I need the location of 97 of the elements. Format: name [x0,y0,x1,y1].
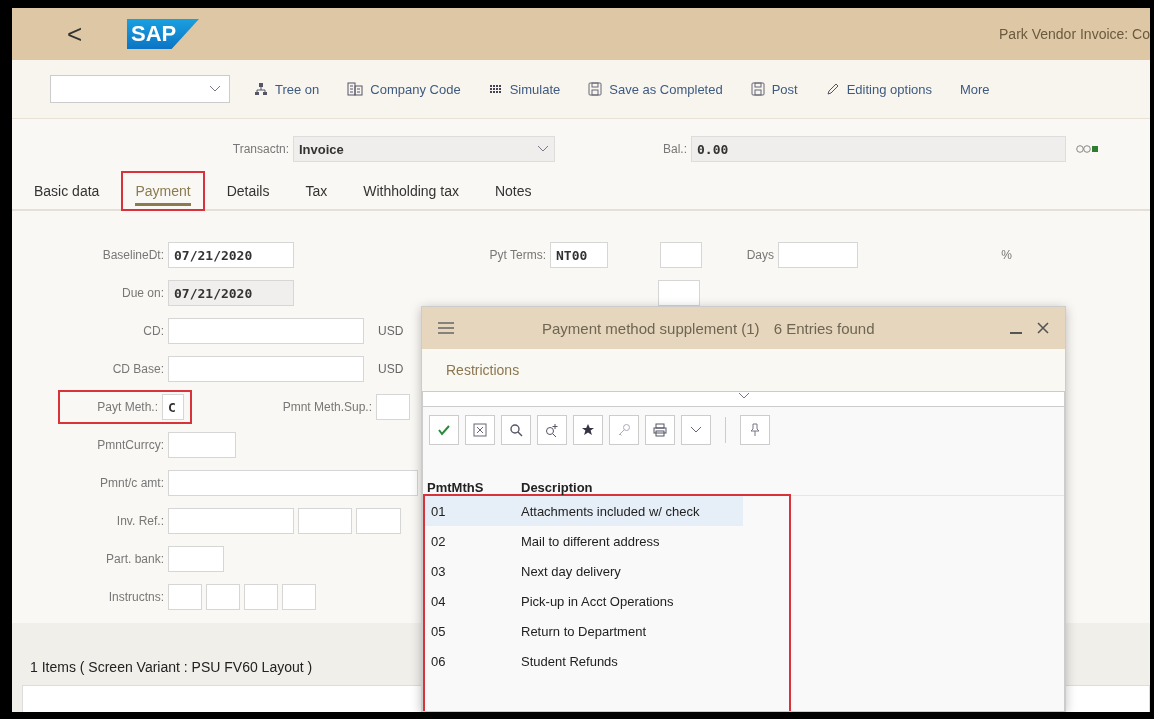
table-cell[interactable]: 06 [425,646,515,676]
table-cell[interactable]: Pick-up in Acct Operations [515,586,743,616]
input-field[interactable] [168,356,364,382]
pin-icon [749,423,761,437]
toolbar-button[interactable]: Editing options [825,77,932,101]
input-field[interactable] [206,584,240,610]
table-cell[interactable]: 04 [425,586,515,616]
entry-count: 6 Entries found [773,319,875,337]
table-cell[interactable]: 02 [425,526,515,556]
currency-label: USD [378,324,404,338]
table-cell[interactable]: Student Refunds [515,646,743,676]
input-field[interactable] [660,242,702,268]
currency-label: USD [378,362,404,376]
column-header[interactable]: PmtMthS [423,453,517,496]
field-label: Payt Meth.: [96,400,158,414]
search-plus-icon [545,423,559,437]
table-cell[interactable]: Attachments included w/ check [515,496,743,526]
input-field[interactable] [376,394,410,420]
hierarchy-icon [254,82,268,96]
check-icon [437,423,451,437]
field-label: Pmnt/c amt: [99,476,164,490]
back-button[interactable]: < [67,18,107,50]
tab[interactable]: Notes [482,173,544,209]
more-button[interactable]: More [960,77,990,101]
table-cell[interactable]: Return to Department [515,616,743,646]
app-title: Park Vendor Invoice: Co [999,26,1150,42]
toolbar-button[interactable]: Post [750,77,798,101]
pencil-icon [825,82,840,96]
table-cell[interactable]: 05 [425,616,515,646]
tab[interactable]: Tax [293,173,340,209]
dropdown-field[interactable] [50,75,230,103]
logo: SAP [127,19,199,49]
field-label: Bal.: [663,142,688,156]
field-label: Transactn: [231,142,290,156]
save-icon [588,82,603,96]
input-field[interactable] [168,546,224,572]
field-label: CD Base: [111,362,164,376]
toolbar-button[interactable]: Simulate [488,77,561,101]
input-field[interactable] [298,508,352,534]
field-label: % [1000,248,1012,262]
dialog-title: Payment method supplement (1) [542,319,760,337]
field-label: Pmnt Meth.Sup.: [281,400,372,414]
toolbar-button[interactable]: Tree on [254,77,320,101]
building-icon [347,82,364,96]
input-field[interactable] [168,318,364,344]
input-field[interactable] [168,584,202,610]
key-icon [617,423,631,437]
field-label: Inv. Ref.: [115,514,164,528]
input-field[interactable] [244,584,278,610]
field-label: Days [745,248,774,262]
table-cell[interactable]: 01 [425,496,515,526]
status-indicator-icon [1076,144,1098,154]
field-label: Pyt Terms: [488,248,546,262]
input-field[interactable] [356,508,401,534]
section-title: 1 Items ( Screen Variant : PSU FV60 Layout ) [30,659,313,675]
input-field[interactable] [168,508,294,534]
field-label: CD: [142,324,164,338]
input-field[interactable]: NT00 [550,242,608,268]
balance-field: 0.00 [691,136,1066,162]
toolbar-button[interactable] [573,415,603,445]
close-icon[interactable] [1037,322,1049,334]
tab[interactable]: Basic data [22,173,112,209]
input-field[interactable] [778,242,858,268]
input-field[interactable] [168,432,236,458]
star-icon [581,423,595,437]
menu-icon[interactable] [438,322,454,334]
input-field[interactable] [168,470,418,496]
save-icon [750,82,765,96]
input-field[interactable] [658,280,700,306]
field-label: PmntCurrcy: [96,438,164,452]
input-field[interactable]: 07/21/2020 [168,242,294,268]
caret-icon [690,426,702,434]
field-label: Due on: [120,286,164,300]
input-field[interactable]: C [162,394,184,420]
field-label: Instructns: [107,590,164,604]
expand-bar[interactable] [422,391,1065,407]
toolbar-button[interactable]: Save as Completed [588,77,723,101]
tab[interactable]: Details [214,173,282,209]
tab[interactable]: Withholding tax [351,173,471,209]
input-field[interactable] [282,584,316,610]
table-cell[interactable]: Next day delivery [515,556,743,586]
transaction-dropdown[interactable]: Invoice [293,136,555,162]
input-field[interactable]: 07/21/2020 [168,280,294,306]
printer-icon [653,423,667,437]
chevron-down-icon [737,392,750,400]
restrictions-link[interactable]: Restrictions [446,362,520,378]
cancel-icon [473,423,487,437]
chevron-down-icon [209,85,221,93]
table-cell[interactable]: 03 [425,556,515,586]
tab[interactable]: Payment [123,173,203,209]
chevron-down-icon [537,145,549,153]
search-icon [509,423,523,437]
table-cell[interactable]: Mail to different address [515,526,743,556]
field-label: BaselineDt: [101,248,164,262]
field-label: Part. bank: [104,552,164,566]
toolbar-button[interactable]: Company Code [347,77,461,101]
column-header[interactable]: Description [517,453,751,496]
